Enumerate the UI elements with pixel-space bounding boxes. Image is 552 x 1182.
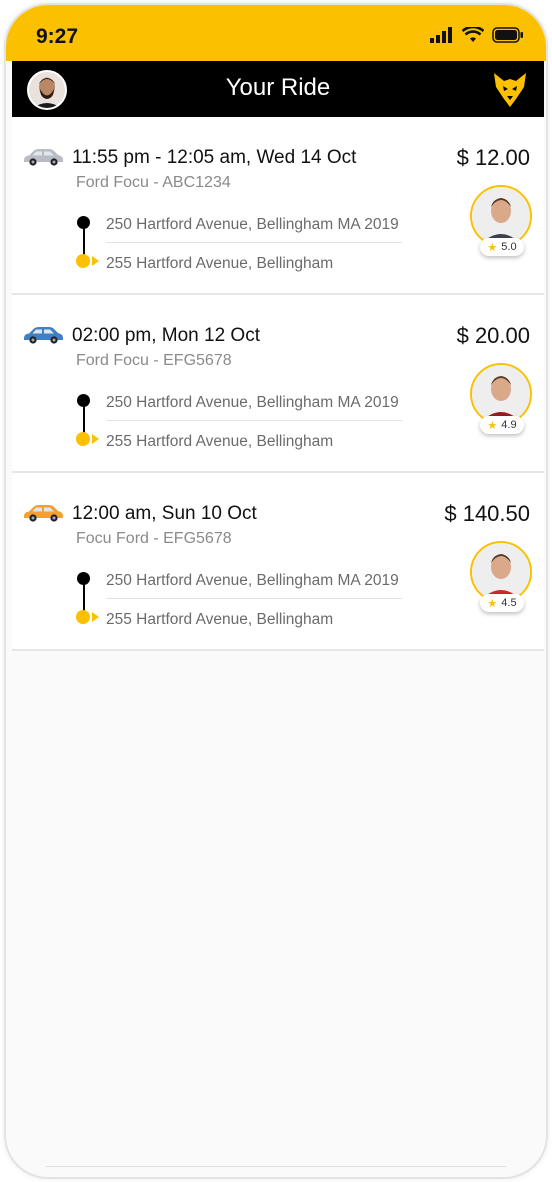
ride-time: 11:55 pm - 12:05 am, Wed 14 Oct [72, 147, 357, 168]
dropoff-address: 255 Hartford Avenue, Bellingham [106, 611, 334, 628]
bottom-divider [46, 1166, 506, 1167]
driver-rating-badge: ★ 5.0 [480, 238, 524, 256]
driver-rating-badge: ★ 4.5 [480, 594, 524, 612]
route-divider [106, 242, 402, 243]
dropoff-arrow-icon [92, 612, 99, 622]
app-bar: Your Ride [12, 61, 544, 117]
status-icons [430, 27, 524, 43]
star-icon: ★ [487, 419, 498, 432]
wifi-icon [462, 27, 484, 42]
car-icon [24, 149, 63, 166]
ride-list: 11:55 pm - 12:05 am, Wed 14 Oct Ford Foc… [12, 117, 544, 651]
driver-photo-icon [472, 543, 530, 601]
vehicle-info: Focu Ford - EFG5678 [76, 530, 232, 547]
wolf-logo-icon [494, 73, 526, 107]
rating-value: 4.9 [501, 419, 517, 431]
ride-card[interactable]: 11:55 pm - 12:05 am, Wed 14 Oct Ford Foc… [12, 117, 544, 295]
page-title: Your Ride [225, 74, 331, 101]
route-divider [106, 420, 402, 421]
vehicle-info: Ford Focu - ABC1234 [76, 174, 231, 191]
dropoff-address: 255 Hartford Avenue, Bellingham [106, 433, 334, 450]
star-icon: ★ [487, 241, 498, 254]
status-bar: 9:27 [6, 5, 546, 61]
ride-price: $ 12.00 [456, 145, 530, 170]
dropoff-dot [76, 432, 90, 446]
ride-time: 02:00 pm, Mon 12 Oct [72, 325, 260, 346]
vehicle-info: Ford Focu - EFG5678 [76, 352, 232, 369]
ride-price: $ 140.50 [444, 501, 530, 526]
app-logo [490, 69, 530, 114]
driver-rating-badge: ★ 4.9 [480, 416, 524, 434]
route-divider [106, 598, 402, 599]
pickup-address: 250 Hartford Avenue, Bellingham MA 2019 [106, 572, 399, 589]
dropoff-address: 255 Hartford Avenue, Bellingham [106, 255, 334, 272]
phone-frame: 9:27 Your Ride 11:55 pm - 12:05 am, Wed … [4, 3, 548, 1179]
rating-value: 4.5 [501, 597, 517, 609]
ride-card[interactable]: 02:00 pm, Mon 12 Oct Ford Focu - EFG5678… [12, 295, 544, 473]
dropoff-dot [76, 610, 90, 624]
ride-time: 12:00 am, Sun 10 Oct [72, 503, 257, 524]
status-time: 9:27 [36, 25, 79, 48]
signal-icon [430, 27, 452, 43]
driver-photo-icon [472, 365, 530, 423]
battery-icon [492, 27, 523, 43]
pickup-address: 250 Hartford Avenue, Bellingham MA 2019 [106, 394, 399, 411]
driver-photo-icon [472, 187, 530, 245]
dropoff-dot [76, 254, 90, 268]
ride-card[interactable]: 12:00 am, Sun 10 Oct Focu Ford - EFG5678… [12, 473, 544, 651]
dropoff-arrow-icon [92, 256, 99, 266]
star-icon: ★ [487, 597, 498, 610]
pickup-address: 250 Hartford Avenue, Bellingham MA 2019 [106, 216, 399, 233]
car-icon [24, 505, 63, 522]
rating-value: 5.0 [501, 241, 517, 253]
dropoff-arrow-icon [92, 434, 99, 444]
car-icon [24, 327, 63, 344]
ride-price: $ 20.00 [456, 323, 530, 348]
